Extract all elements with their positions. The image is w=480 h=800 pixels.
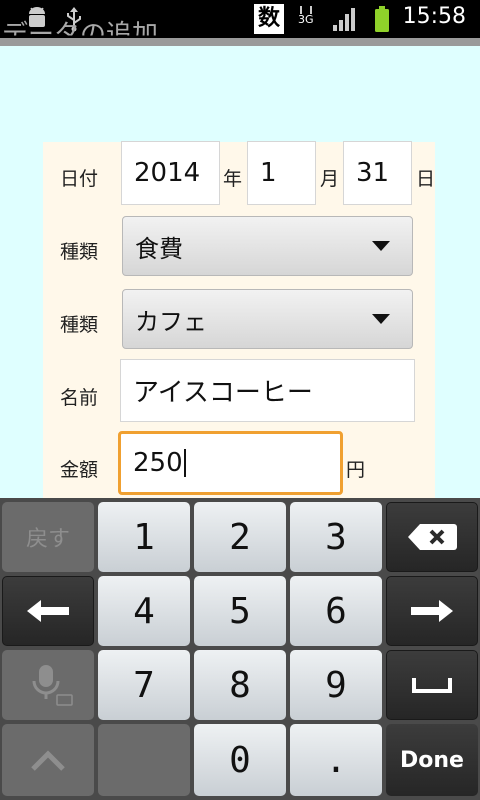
key-4[interactable]: 4: [98, 576, 190, 646]
chevron-down-icon: [372, 314, 390, 324]
key-2[interactable]: 2: [194, 502, 286, 572]
category-spinner[interactable]: 食費: [122, 216, 413, 276]
month-input[interactable]: 1: [247, 141, 316, 205]
amount-unit: 円: [346, 459, 366, 481]
key-period[interactable]: .: [290, 724, 382, 796]
year-unit: 年: [223, 168, 243, 190]
signal-strength-icon: [333, 8, 355, 31]
date-label: 日付: [60, 168, 99, 190]
backspace-key[interactable]: [386, 502, 478, 572]
key-9[interactable]: 9: [290, 650, 382, 720]
amount-input[interactable]: 250: [118, 431, 343, 495]
blank-key: [98, 724, 190, 796]
status-time: 15:58: [402, 4, 466, 29]
arrow-left-icon: [27, 600, 69, 622]
key-8[interactable]: 8: [194, 650, 286, 720]
category-value: 食費: [135, 234, 183, 263]
day-unit: 日: [416, 168, 436, 190]
text-cursor: [183, 449, 186, 477]
key-5[interactable]: 5: [194, 576, 286, 646]
title-bar: [0, 38, 480, 46]
category-label: 種類: [60, 241, 99, 263]
numeric-keyboard: 戻す 1 2 3 4 5 6 7 8 9 0 . Done: [0, 498, 480, 800]
network-type-label: 3G: [298, 13, 314, 26]
cursor-left-key[interactable]: [2, 576, 94, 646]
year-input[interactable]: 2014: [121, 141, 220, 205]
day-input[interactable]: 31: [343, 141, 412, 205]
done-key[interactable]: Done: [386, 724, 478, 796]
backspace-icon: [408, 524, 457, 550]
chevron-up-icon: [31, 750, 65, 771]
cursor-right-key[interactable]: [386, 576, 478, 646]
key-0[interactable]: 0: [194, 724, 286, 796]
amount-label: 金額: [60, 459, 99, 481]
network-type-indicator: 3G: [298, 6, 314, 26]
name-label: 名前: [60, 387, 99, 409]
key-6[interactable]: 6: [290, 576, 382, 646]
subcategory-value: カフェ: [135, 307, 207, 336]
subcategory-spinner[interactable]: カフェ: [122, 289, 413, 349]
key-7[interactable]: 7: [98, 650, 190, 720]
microphone-icon: [32, 665, 73, 706]
shift-key[interactable]: [2, 724, 94, 796]
undo-key[interactable]: 戻す: [2, 502, 94, 572]
space-key[interactable]: [386, 650, 478, 720]
subcategory-label: 種類: [60, 314, 99, 336]
space-icon: [412, 678, 452, 693]
voice-input-key[interactable]: [2, 650, 94, 720]
amount-value: 250: [133, 448, 183, 478]
key-1[interactable]: 1: [98, 502, 190, 572]
ime-indicator: 数: [254, 4, 284, 34]
arrow-right-icon: [411, 600, 453, 622]
name-input[interactable]: アイスコーヒー: [120, 359, 415, 422]
battery-icon: [375, 6, 389, 32]
chevron-down-icon: [372, 241, 390, 251]
month-unit: 月: [320, 168, 340, 190]
key-3[interactable]: 3: [290, 502, 382, 572]
